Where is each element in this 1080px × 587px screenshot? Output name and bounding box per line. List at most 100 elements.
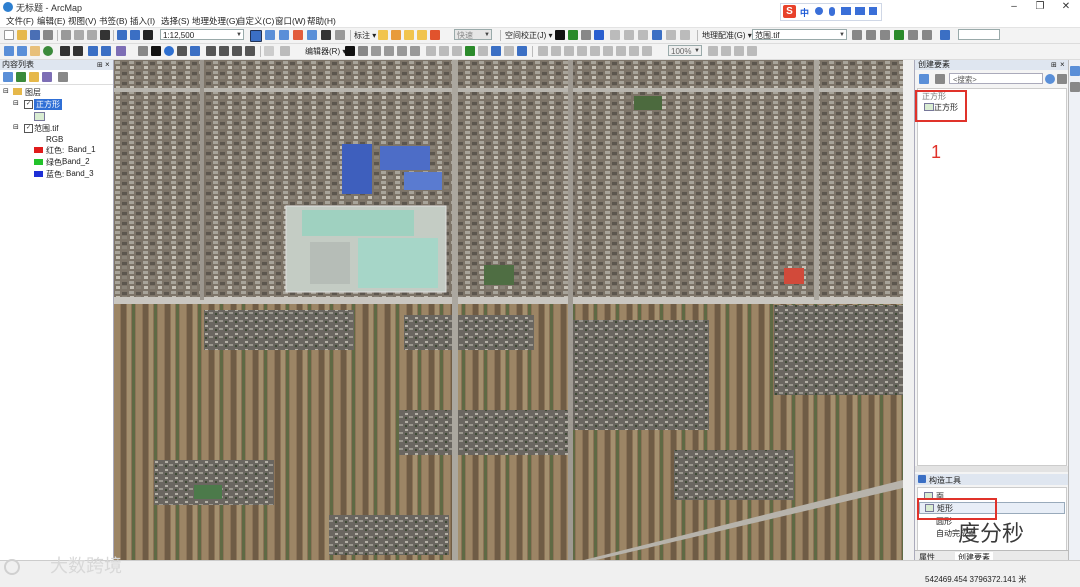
create-features-icon[interactable] [517,46,527,56]
zoom-in-icon[interactable] [4,46,14,56]
layout-pan-icon[interactable] [564,46,574,56]
python-icon[interactable] [321,30,331,40]
sogou-logo-icon[interactable]: S [783,5,796,18]
square-layer-symbol[interactable] [34,112,45,121]
identify-icon[interactable] [164,46,174,56]
close-button[interactable]: ✕ [1054,0,1078,14]
toc-close-icon[interactable]: × [105,60,110,69]
add-control-points-icon[interactable] [894,30,904,40]
menu-bookmarks[interactable]: 书签(B) [99,15,127,27]
list-by-selection-icon[interactable] [42,72,52,82]
template-search-input[interactable]: <搜索> [949,73,1043,84]
toggle-draft-icon[interactable] [708,46,718,56]
forward-icon[interactable] [101,46,111,56]
labeling-menu[interactable]: 标注 ▾ [354,30,376,41]
square-layer-name[interactable]: 正方形 [34,99,62,110]
layout-zoom-out-icon[interactable] [551,46,561,56]
shift-icon[interactable] [866,30,876,40]
menu-file[interactable]: 文件(F) [6,15,34,27]
search-dock-icon[interactable] [1070,82,1080,92]
menu-edit[interactable]: 编辑(E) [37,15,65,27]
menu-geoprocessing[interactable]: 地理处理(G) [192,15,238,27]
undo-icon[interactable] [117,30,127,40]
layout-back-icon[interactable] [629,46,639,56]
list-by-source-icon[interactable] [16,72,26,82]
ime-mic-icon[interactable] [829,7,835,16]
go-to-xy-icon[interactable] [245,46,255,56]
toc-icon[interactable] [265,30,275,40]
open-icon[interactable] [17,30,27,40]
tif-layer-collapse-icon[interactable]: ⊟ [13,123,19,131]
edit-tool-icon[interactable] [345,46,355,56]
search-options-icon[interactable] [1057,74,1067,84]
georef-layer-combo[interactable]: 范围.tif ▼ [752,29,847,40]
layers-collapse-icon[interactable]: ⊟ [3,87,9,95]
map-view[interactable] [114,60,903,560]
straight-segment-icon[interactable] [371,46,381,56]
find-icon[interactable] [219,46,229,56]
fixed-zoom-in-layout-icon[interactable] [603,46,613,56]
menu-window[interactable]: 窗口(W) [275,15,306,27]
search-icon[interactable] [1045,74,1055,84]
data-driven-pages-icon[interactable] [747,46,757,56]
list-by-visibility-icon[interactable] [29,72,39,82]
fixed-zoom-out-layout-icon[interactable] [616,46,626,56]
end-point-arc-icon[interactable] [384,46,394,56]
editor-toolbar-icon[interactable] [250,30,262,42]
edge-match-icon[interactable] [666,30,676,40]
find-route-icon[interactable] [232,46,242,56]
editor-menu[interactable]: 编辑器(R) ▾ [305,46,346,57]
fixed-zoom-in-icon[interactable] [60,46,70,56]
menu-insert[interactable]: 插入(I) [130,15,155,27]
layout-forward-icon[interactable] [642,46,652,56]
create-features-close-icon[interactable]: × [1060,60,1065,69]
scale-icon[interactable] [880,30,890,40]
cut-icon[interactable] [61,30,71,40]
fixed-zoom-out-icon[interactable] [73,46,83,56]
label-priority-icon[interactable] [391,30,401,40]
auto-registration-icon[interactable] [922,30,932,40]
trace-icon[interactable] [397,46,407,56]
zoom-percent-combo[interactable]: 100% ▼ [668,45,702,56]
split-icon[interactable] [465,46,475,56]
focus-data-frame-icon[interactable] [721,46,731,56]
tif-layer-checkbox[interactable]: ✓ [24,124,33,133]
measure-icon[interactable] [206,46,216,56]
ime-menu-icon[interactable] [869,7,877,15]
print-icon[interactable] [43,30,53,40]
limited-adjust-icon[interactable] [680,30,690,40]
filter-icon[interactable] [935,74,945,84]
time-slider-icon[interactable] [264,46,274,56]
panel-scrollbar[interactable] [915,466,1069,472]
lock-labels-icon[interactable] [417,30,427,40]
toc-pin-icon[interactable]: ⊞ [97,61,103,69]
menu-help[interactable]: 帮助(H) [307,15,336,27]
cut-polygons-icon[interactable] [452,46,462,56]
full-extent-icon[interactable] [43,46,53,56]
create-features-pin-icon[interactable]: ⊞ [1051,61,1057,69]
square-layer-checkbox[interactable]: ✓ [24,100,33,109]
georeferencing-menu[interactable]: 地理配准(G) ▾ [702,30,752,41]
georef-extra-combo[interactable] [958,29,1000,40]
catalog-dock-icon[interactable] [1070,66,1080,76]
save-icon[interactable] [30,30,40,40]
spatial-adjust-menu[interactable]: 空间校正(J) ▾ [505,30,553,41]
multiple-link-icon[interactable] [594,30,604,40]
redo-icon[interactable] [130,30,140,40]
adjust-preview-icon[interactable] [624,30,634,40]
new-link-icon[interactable] [568,30,578,40]
ime-skin-icon[interactable] [855,7,865,15]
view-link-table-icon[interactable] [908,30,918,40]
viewer-icon[interactable] [940,30,950,40]
rotate-feature-icon[interactable] [478,46,488,56]
delete-icon[interactable] [100,30,110,40]
model-builder-icon[interactable] [335,30,345,40]
square-layer-collapse-icon[interactable]: ⊟ [13,99,19,107]
hyperlink-icon[interactable] [177,46,187,56]
back-icon[interactable] [88,46,98,56]
menu-select[interactable]: 选择(S) [161,15,189,27]
select-features-icon[interactable] [116,46,126,56]
toc-options-icon[interactable] [58,72,68,82]
ime-mode[interactable]: 中 [800,6,809,19]
rotate-icon[interactable] [852,30,862,40]
